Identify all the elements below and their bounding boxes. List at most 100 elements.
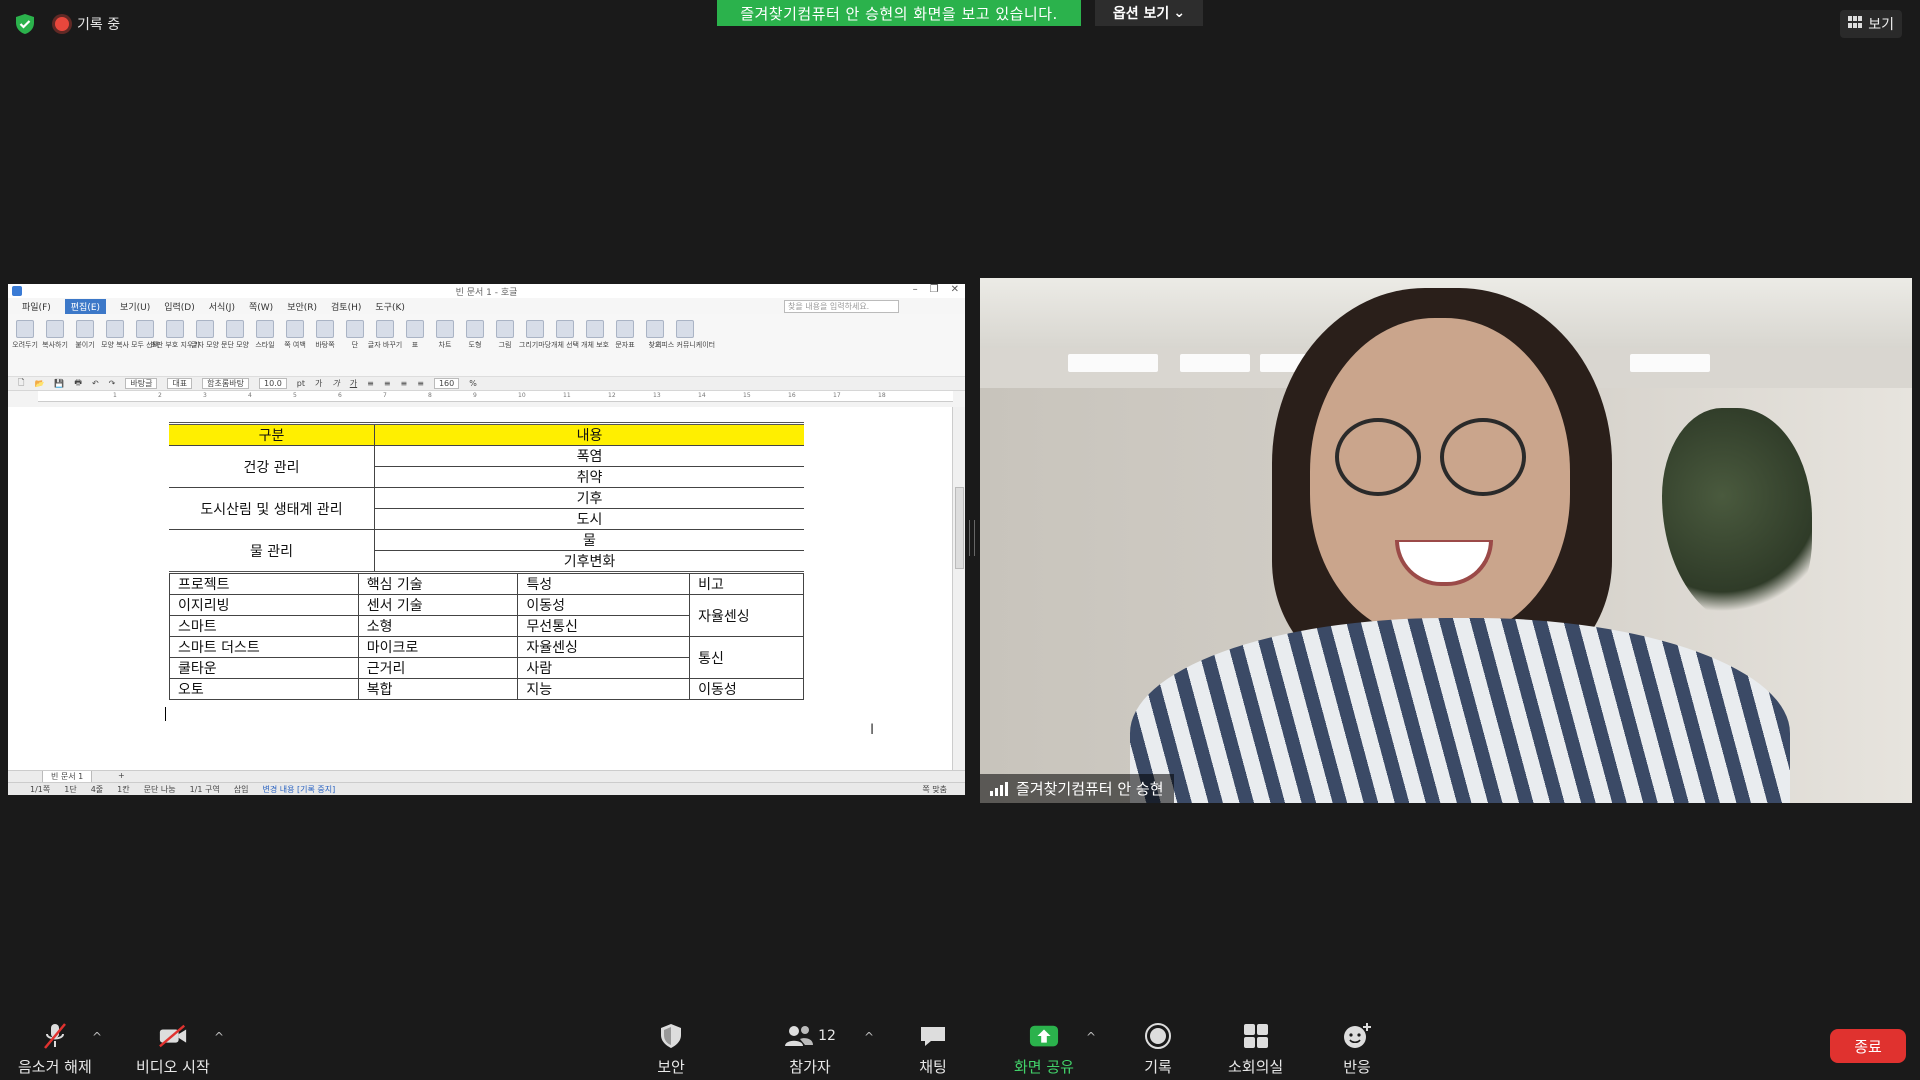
ribbon-paste-button[interactable]: 붙이기 bbox=[74, 320, 96, 350]
menu-review[interactable]: 검토(H) bbox=[331, 300, 361, 313]
menu-view[interactable]: 보기(U) bbox=[120, 300, 150, 313]
ribbon-clear-codes-button[interactable]: 조판 부호 지우기 bbox=[150, 320, 200, 350]
table-cell[interactable]: 센서 기술 bbox=[357, 594, 519, 616]
table-cell[interactable]: 소형 bbox=[357, 615, 519, 637]
menu-page[interactable]: 쪽(W) bbox=[249, 300, 273, 313]
print-icon[interactable]: 🖶 bbox=[74, 377, 82, 391]
table-cell[interactable]: 프로젝트 bbox=[169, 573, 359, 595]
table-cell[interactable]: 기후 bbox=[374, 487, 804, 509]
vertical-scrollbar[interactable] bbox=[952, 407, 965, 770]
recording-indicator[interactable]: 기록 중 bbox=[55, 14, 120, 34]
unmute-button[interactable]: 음소거 해제 bbox=[18, 1022, 92, 1077]
ribbon-symbols-button[interactable]: 문자표 bbox=[614, 320, 636, 350]
start-video-button[interactable]: 비디오 시작 bbox=[136, 1022, 210, 1077]
table-cell[interactable]: 자율센싱 bbox=[689, 594, 804, 637]
scroll-thumb[interactable] bbox=[955, 487, 964, 569]
participant-video[interactable]: 즐겨찾기컴퓨터 안 승현 bbox=[980, 278, 1912, 803]
table-cell[interactable]: 물 bbox=[374, 529, 804, 551]
table-cell[interactable]: 폭염 bbox=[374, 445, 804, 467]
italic-icon[interactable]: 가 bbox=[332, 378, 339, 389]
menu-security[interactable]: 보안(R) bbox=[287, 300, 317, 313]
ribbon-margins-button[interactable]: 쪽 여백 bbox=[284, 320, 306, 350]
table-cell[interactable]: 통신 bbox=[689, 636, 804, 679]
participants-options-caret-icon[interactable]: ^ bbox=[864, 1030, 874, 1044]
table-cell[interactable]: 스마트 bbox=[169, 615, 359, 637]
menu-file[interactable]: 파일(F) bbox=[22, 300, 51, 313]
add-tab-icon[interactable]: + bbox=[118, 771, 125, 780]
table-cell[interactable]: 핵심 기술 bbox=[357, 573, 519, 595]
style-select[interactable]: 바탕글 bbox=[125, 378, 158, 389]
table-cell[interactable]: 비고 bbox=[689, 573, 804, 595]
table-cell[interactable]: 오토 bbox=[169, 678, 359, 700]
table-cell[interactable]: 자율센싱 bbox=[517, 636, 691, 658]
find-input[interactable]: 찾을 내용을 입력하세요. bbox=[784, 300, 899, 313]
table-cell[interactable]: 쿨타운 bbox=[169, 657, 359, 679]
table-cell[interactable]: 스마트 더스트 bbox=[169, 636, 359, 658]
table-cell[interactable]: 이동성 bbox=[689, 678, 804, 700]
ribbon-object-select-button[interactable]: 개체 선택 bbox=[551, 320, 579, 350]
undo-icon[interactable]: ↶ bbox=[92, 379, 99, 388]
reactions-button[interactable]: 반응 bbox=[1342, 1022, 1372, 1077]
ribbon-object-protect-button[interactable]: 개체 보호 bbox=[581, 320, 609, 350]
ribbon-para-shape-button[interactable]: 문단 모양 bbox=[221, 320, 249, 350]
view-options-button[interactable]: 옵션 보기 ⌄ bbox=[1095, 0, 1203, 26]
record-button[interactable]: 기록 bbox=[1143, 1022, 1173, 1077]
table-header-cell[interactable]: 구분 bbox=[169, 422, 375, 446]
open-icon[interactable]: 📂 bbox=[34, 379, 44, 388]
table-cell[interactable]: 지능 bbox=[517, 678, 691, 700]
font-select[interactable]: 함초롬바탕 bbox=[202, 378, 249, 389]
ribbon-cut-button[interactable]: 오려두기 bbox=[12, 320, 38, 350]
menu-tools[interactable]: 도구(K) bbox=[375, 300, 405, 313]
ribbon-copy-button[interactable]: 복사하기 bbox=[42, 320, 68, 350]
audio-options-caret-icon[interactable]: ^ bbox=[92, 1030, 102, 1044]
category-table[interactable]: 구분 내용 건강 관리 폭염 취약 도시산림 및 생태계 관리 기후 도시 물 … bbox=[169, 422, 804, 574]
table-cell[interactable]: 물 관리 bbox=[169, 529, 375, 574]
line-spacing-input[interactable]: 160 bbox=[433, 378, 460, 389]
ribbon-shape-button[interactable]: 도형 bbox=[464, 320, 486, 350]
redo-icon[interactable]: ↷ bbox=[109, 379, 116, 388]
ribbon-communicator-button[interactable]: 오피스 커뮤니케이터 bbox=[655, 320, 715, 350]
restore-icon[interactable]: ❐ bbox=[930, 284, 939, 295]
align-left-icon[interactable]: ≡ bbox=[367, 379, 374, 388]
project-table[interactable]: 프로젝트 핵심 기술 특성 비고 이지리빙 센서 기술 이동성 자율센싱 스마트… bbox=[169, 573, 804, 700]
table-cell[interactable]: 특성 bbox=[517, 573, 691, 595]
table-cell[interactable]: 사람 bbox=[517, 657, 691, 679]
table-cell[interactable]: 이동성 bbox=[517, 594, 691, 616]
ribbon-columns-button[interactable]: 단 bbox=[344, 320, 366, 350]
ribbon-drawing-button[interactable]: 그리기마당 bbox=[519, 320, 551, 350]
breakout-rooms-button[interactable]: 소회의실 bbox=[1228, 1022, 1283, 1077]
view-button[interactable]: 보기 bbox=[1840, 10, 1902, 38]
security-shield-icon[interactable] bbox=[14, 13, 36, 35]
ribbon-replace-char-button[interactable]: 글자 바꾸기 bbox=[368, 320, 402, 350]
save-icon[interactable]: 💾 bbox=[54, 379, 64, 388]
ribbon-char-shape-button[interactable]: 글자 모양 bbox=[191, 320, 219, 350]
close-icon[interactable]: ✕ bbox=[951, 284, 959, 295]
table-cell[interactable]: 이지리빙 bbox=[169, 594, 359, 616]
new-doc-icon[interactable]: 🗋 bbox=[18, 377, 24, 391]
ribbon-chart-button[interactable]: 차트 bbox=[434, 320, 456, 350]
ribbon-picture-button[interactable]: 그림 bbox=[494, 320, 516, 350]
table-cell[interactable]: 건강 관리 bbox=[169, 445, 375, 488]
table-cell[interactable]: 도시산림 및 생태계 관리 bbox=[169, 487, 375, 530]
font-size-input[interactable]: 10.0 bbox=[258, 378, 287, 389]
security-button[interactable]: 보안 bbox=[656, 1022, 686, 1077]
split-handle[interactable] bbox=[969, 520, 975, 556]
table-cell[interactable]: 기후변화 bbox=[374, 550, 804, 574]
ribbon-table-button[interactable]: 표 bbox=[404, 320, 426, 350]
align-center-icon[interactable]: ≡ bbox=[384, 379, 391, 388]
ruler[interactable]: 1 2 3 4 5 6 7 8 9 10 11 12 13 14 15 16 17 18 bbox=[38, 391, 953, 402]
participants-button[interactable]: 12 참가자 bbox=[780, 1022, 840, 1077]
bold-icon[interactable]: 가 bbox=[315, 378, 322, 389]
table-cell[interactable]: 무선통신 bbox=[517, 615, 691, 637]
ribbon-format-painter-button[interactable]: 모양 복사 bbox=[101, 320, 129, 350]
language-select[interactable]: 대표 bbox=[167, 378, 193, 389]
menu-edit[interactable]: 편집(E) bbox=[64, 298, 107, 314]
table-header-cell[interactable]: 내용 bbox=[374, 422, 804, 446]
minimize-icon[interactable]: – bbox=[913, 284, 918, 295]
table-cell[interactable]: 도시 bbox=[374, 508, 804, 530]
share-options-caret-icon[interactable]: ^ bbox=[1086, 1030, 1096, 1044]
table-cell[interactable]: 마이크로 bbox=[357, 636, 519, 658]
underline-icon[interactable]: 가 bbox=[350, 378, 357, 389]
align-right-icon[interactable]: ≡ bbox=[401, 379, 408, 388]
justify-icon[interactable]: ≡ bbox=[417, 379, 424, 388]
